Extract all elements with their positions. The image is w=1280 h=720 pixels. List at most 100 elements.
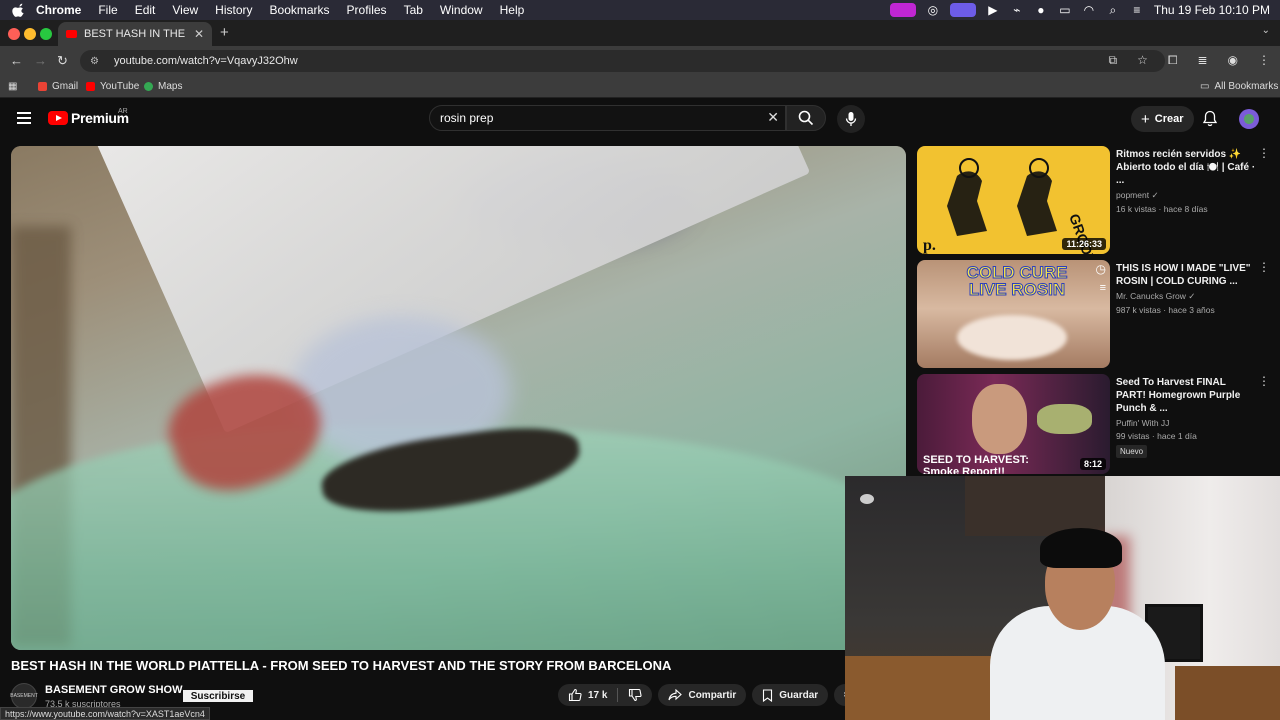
related-stats: 99 vistas · hace 1 día <box>1116 431 1197 441</box>
menu-hamburger-icon[interactable] <box>17 112 31 124</box>
thumbnail-bud <box>1037 404 1092 434</box>
clear-search-icon[interactable]: ✕ <box>767 109 779 126</box>
profile-icon[interactable]: ◉ <box>1228 53 1238 68</box>
menu-history[interactable]: History <box>215 3 252 17</box>
subscribe-button[interactable]: Suscribirse <box>183 690 253 702</box>
link-icon[interactable]: ⌁ <box>1010 3 1024 17</box>
address-toolbar: ← → ↻ ⚙ youtube.com/watch?v=VqavyJ32Ohw … <box>0 46 1280 76</box>
toolbar-icons: ⧉ ☆ ⧠ ≣ ◉ ⋮ <box>1109 53 1271 68</box>
bookmark-youtube[interactable]: YouTube <box>86 81 139 92</box>
address-bar[interactable]: ⚙ youtube.com/watch?v=VqavyJ32Ohw <box>80 50 1165 72</box>
reading-list-icon[interactable]: ≣ <box>1197 53 1207 68</box>
menu-file[interactable]: File <box>98 3 117 17</box>
video-meta: Seed To Harvest FINAL PART! Homegrown Pu… <box>1116 376 1256 459</box>
related-title[interactable]: THIS IS HOW I MADE "LIVE" ROSIN | COLD C… <box>1116 262 1256 288</box>
control-center-icon[interactable]: ≡ <box>1130 3 1144 17</box>
channel-name[interactable]: BASEMENT GROW SHOW <box>45 684 183 696</box>
related-video-item[interactable]: SEED TO HARVEST: Smoke Report!! 8:12 See… <box>917 374 1280 474</box>
account-avatar[interactable] <box>1239 109 1259 129</box>
battery-icon[interactable]: ▭ <box>1058 3 1072 17</box>
chrome-menu-icon[interactable]: ⋮ <box>1258 53 1270 68</box>
new-badge: Nuevo <box>1116 445 1148 458</box>
tab-strip: BEST HASH IN THE WORLD P ✕ + ⌄ <box>0 20 1280 46</box>
more-options-icon[interactable]: ⋮ <box>1258 146 1270 160</box>
zoom-window-icon[interactable] <box>40 28 52 40</box>
menu-window[interactable]: Window <box>440 3 483 17</box>
menu-bookmarks[interactable]: Bookmarks <box>270 3 330 17</box>
more-options-icon[interactable]: ⋮ <box>1258 374 1270 388</box>
webcam-overlay <box>845 476 1280 720</box>
site-info-icon[interactable]: ⚙ <box>90 56 102 67</box>
create-button[interactable]: + Crear <box>1131 106 1194 132</box>
video-player[interactable] <box>11 146 906 650</box>
related-video-item[interactable]: COLD CURE LIVE ROSIN ◷ ≡ THIS IS HOW I M… <box>917 260 1280 368</box>
back-icon[interactable]: ← <box>10 53 23 68</box>
menu-profiles[interactable]: Profiles <box>347 3 387 17</box>
tab-search-icon[interactable]: ⌄ <box>1262 25 1270 36</box>
apple-icon[interactable] <box>12 3 26 17</box>
related-title[interactable]: Seed To Harvest FINAL PART! Homegrown Pu… <box>1116 376 1256 415</box>
save-button[interactable]: Guardar <box>752 684 829 706</box>
svg-text:p.: p. <box>923 237 936 254</box>
verified-icon: ✓ <box>1188 291 1196 301</box>
menu-app-name[interactable]: Chrome <box>36 3 81 17</box>
menu-help[interactable]: Help <box>500 3 525 17</box>
thumbs-down-icon[interactable] <box>628 688 643 702</box>
menu-edit[interactable]: Edit <box>135 3 156 17</box>
related-video-item[interactable]: GROOVE p. 11:26:33 Ritmos recién servido… <box>917 146 1280 254</box>
duration-badge: 8:12 <box>1079 458 1106 470</box>
new-tab-button[interactable]: + <box>220 24 229 41</box>
spotlight-icon[interactable]: ⌕ <box>1106 3 1120 17</box>
bookmark-icon <box>763 688 773 702</box>
extensions-icon[interactable]: ⧠ <box>1168 53 1178 68</box>
mic-status-icon[interactable]: ● <box>1034 3 1048 17</box>
more-options-icon[interactable]: ⋮ <box>1258 260 1270 274</box>
menu-tab[interactable]: Tab <box>404 3 423 17</box>
add-to-queue-icon[interactable]: ≡ <box>1100 282 1106 294</box>
search-input[interactable]: rosin prep ✕ <box>429 105 786 131</box>
video-thumbnail[interactable]: COLD CURE LIVE ROSIN ◷ ≡ <box>917 260 1110 368</box>
related-channel[interactable]: Puffin' With JJ <box>1116 418 1256 428</box>
related-channel[interactable]: Mr. Canucks Grow ✓ <box>1116 291 1256 302</box>
browser-tab[interactable]: BEST HASH IN THE WORLD P ✕ <box>58 22 212 46</box>
channel-avatar[interactable]: BASEMENT <box>10 683 38 709</box>
region-code: AR <box>118 108 128 115</box>
bookmark-maps[interactable]: Maps <box>144 81 182 92</box>
video-meta: Ritmos recién servidos ✨ Abierto todo el… <box>1116 148 1256 214</box>
like-button[interactable]: 17 k <box>558 684 653 706</box>
clock-text[interactable]: Thu 19 Feb 10:10 PM <box>1154 3 1270 17</box>
webcam-desk <box>1175 666 1280 720</box>
youtube-premium-logo[interactable]: Premium <box>48 110 129 126</box>
bookmark-gmail[interactable]: Gmail <box>38 81 78 92</box>
watch-later-icon[interactable]: ◷ <box>1096 262 1106 276</box>
video-thumbnail[interactable]: GROOVE p. 11:26:33 <box>917 146 1110 254</box>
url-text[interactable]: youtube.com/watch?v=VqavyJ32Ohw <box>114 55 298 67</box>
channel-info[interactable]: BASEMENT BASEMENT GROW SHOW 73.5 k suscr… <box>10 683 183 709</box>
menu-view[interactable]: View <box>172 3 198 17</box>
apps-grid-icon[interactable]: ▦ <box>8 81 17 92</box>
wifi-icon[interactable]: ◠ <box>1082 3 1096 17</box>
record-icon[interactable]: ◎ <box>926 3 940 17</box>
related-channel[interactable]: popment ✓ <box>1116 190 1256 201</box>
bookmark-star-icon[interactable]: ☆ <box>1137 53 1148 68</box>
install-app-icon[interactable]: ⧉ <box>1109 53 1118 68</box>
folder-icon: ▭ <box>1200 81 1210 92</box>
video-thumbnail[interactable]: SEED TO HARVEST: Smoke Report!! 8:12 <box>917 374 1110 474</box>
play-icon[interactable]: ▶ <box>986 3 1000 17</box>
related-title[interactable]: Ritmos recién servidos ✨ Abierto todo el… <box>1116 148 1256 187</box>
voice-search-button[interactable] <box>837 105 865 133</box>
youtube-favicon-icon <box>66 30 77 38</box>
close-tab-icon[interactable]: ✕ <box>194 27 204 41</box>
microphone-icon <box>845 112 857 126</box>
share-button[interactable]: Compartir <box>658 684 747 706</box>
forward-icon[interactable]: → <box>34 53 47 68</box>
minimize-window-icon[interactable] <box>24 28 36 40</box>
screen-share-icon[interactable] <box>949 3 976 17</box>
all-bookmarks[interactable]: ▭ All Bookmarks <box>1200 81 1278 92</box>
reload-icon[interactable]: ↻ <box>57 53 68 69</box>
notifications-bell-icon[interactable] <box>1202 110 1218 127</box>
search-button[interactable] <box>786 105 826 131</box>
search-value[interactable]: rosin prep <box>440 111 493 125</box>
close-window-icon[interactable] <box>8 28 20 40</box>
status-app-icon[interactable] <box>889 3 916 17</box>
